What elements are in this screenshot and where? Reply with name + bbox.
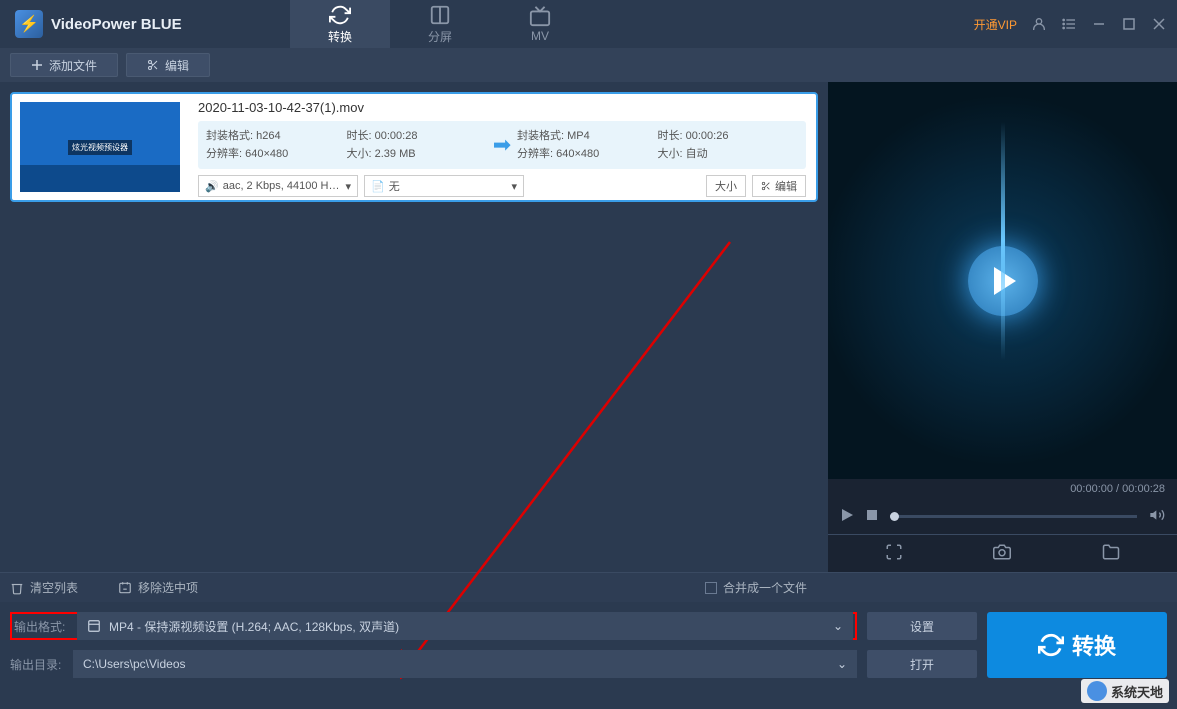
app-title: VideoPower BLUE xyxy=(51,16,182,33)
window-controls: 开通VIP xyxy=(974,16,1177,33)
player-controls xyxy=(828,499,1177,534)
convert-button[interactable]: 转换 xyxy=(987,612,1167,678)
output-format-row: 输出格式: MP4 - 保持源视频设置 (H.264; AAC, 128Kbps… xyxy=(10,612,857,640)
tab-mv[interactable]: MV xyxy=(490,0,590,48)
subtitle-select[interactable]: 📄 无 ▾ xyxy=(364,175,524,197)
checkbox-icon xyxy=(705,582,717,594)
arrow-right-icon: ➡ xyxy=(487,132,517,158)
src-format-col: 封装格式: h264 分辨率: 640×480 xyxy=(206,127,347,163)
open-button[interactable]: 打开 xyxy=(867,650,977,678)
file-item[interactable]: 炫光视频预设器 2020-11-03-10-42-37(1).mov 封装格式:… xyxy=(10,92,818,202)
edit-button[interactable]: 编辑 xyxy=(126,53,210,77)
layout-icon xyxy=(429,4,451,26)
file-list-panel: 炫光视频预设器 2020-11-03-10-42-37(1).mov 封装格式:… xyxy=(0,82,828,572)
scissors-icon xyxy=(761,181,771,191)
close-icon[interactable] xyxy=(1151,16,1167,32)
content-area: 炫光视频预设器 2020-11-03-10-42-37(1).mov 封装格式:… xyxy=(0,82,1177,572)
dst-duration-col: 时长: 00:00:26 大小: 自动 xyxy=(658,127,799,163)
scissors-icon xyxy=(147,59,159,71)
file-edit-button[interactable]: 编辑 xyxy=(752,175,806,197)
audio-icon: 🔊 xyxy=(205,180,219,193)
audio-select[interactable]: 🔊 aac, 2 Kbps, 44100 Hz... ▾ xyxy=(198,175,358,197)
preview-panel: 00:00:00 / 00:00:28 xyxy=(828,82,1177,572)
progress-bar[interactable] xyxy=(890,515,1137,518)
settings-button[interactable]: 设置 xyxy=(867,612,977,640)
side-buttons: 设置 打开 xyxy=(867,612,977,678)
watermark-icon xyxy=(1087,681,1107,701)
size-button[interactable]: 大小 xyxy=(706,175,746,197)
output-format-label: 输出格式: xyxy=(14,618,69,635)
file-controls: 🔊 aac, 2 Kbps, 44100 Hz... ▾ 📄 无 ▾ 大小 编辑 xyxy=(198,175,806,197)
fullscreen-icon[interactable] xyxy=(885,543,903,564)
refresh-icon xyxy=(329,4,351,26)
file-info: 2020-11-03-10-42-37(1).mov 封装格式: h264 分辨… xyxy=(188,94,816,200)
logo-area: ⚡ VideoPower BLUE xyxy=(0,10,290,38)
maximize-icon[interactable] xyxy=(1121,16,1137,32)
stop-icon[interactable] xyxy=(866,509,878,524)
bottom-area: 输出格式: MP4 - 保持源视频设置 (H.264; AAC, 128Kbps… xyxy=(0,602,1177,688)
chevron-down-icon: ⌄ xyxy=(833,619,843,633)
add-file-button[interactable]: 添加文件 xyxy=(10,53,118,77)
refresh-icon xyxy=(1038,632,1064,658)
output-dir-field[interactable]: C:\Users\pc\Videos ⌄ xyxy=(73,650,857,678)
output-dir-label: 输出目录: xyxy=(10,656,65,673)
menu-icon[interactable] xyxy=(1061,16,1077,32)
chevron-down-icon: ⌄ xyxy=(837,657,847,671)
remove-selected-button[interactable]: 移除选中项 xyxy=(118,579,198,596)
output-format-select[interactable]: MP4 - 保持源视频设置 (H.264; AAC, 128Kbps, 双声道)… xyxy=(77,612,853,640)
toolbar: 添加文件 编辑 xyxy=(0,48,1177,82)
titlebar: ⚡ VideoPower BLUE 转换 分屏 MV 开通VIP xyxy=(0,0,1177,48)
minimize-icon[interactable] xyxy=(1091,16,1107,32)
file-details: 封装格式: h264 分辨率: 640×480 时长: 00:00:28 大小:… xyxy=(198,121,806,169)
user-icon[interactable] xyxy=(1031,16,1047,32)
output-settings: 输出格式: MP4 - 保持源视频设置 (H.264; AAC, 128Kbps… xyxy=(10,612,857,678)
subtitle-icon: 📄 xyxy=(371,180,385,193)
light-beam xyxy=(1001,122,1005,360)
format-icon xyxy=(87,619,101,633)
src-duration-col: 时长: 00:00:28 大小: 2.39 MB xyxy=(347,127,488,163)
merge-checkbox[interactable]: 合并成一个文件 xyxy=(705,579,807,596)
watermark: 系统天地 xyxy=(1081,679,1169,703)
chevron-down-icon: ▾ xyxy=(345,180,351,193)
preview-actions xyxy=(828,534,1177,572)
time-display: 00:00:00 / 00:00:28 xyxy=(828,479,1177,499)
chevron-down-icon: ▾ xyxy=(511,180,517,193)
main-tabs: 转换 分屏 MV xyxy=(290,0,590,48)
tab-convert[interactable]: 转换 xyxy=(290,0,390,48)
clear-icon xyxy=(10,581,24,595)
preview-area[interactable] xyxy=(828,82,1177,479)
play-icon[interactable] xyxy=(840,508,854,525)
volume-icon[interactable] xyxy=(1149,507,1165,526)
tv-icon xyxy=(529,5,551,27)
output-dir-row: 输出目录: C:\Users\pc\Videos ⌄ xyxy=(10,650,857,678)
folder-icon[interactable] xyxy=(1102,543,1120,564)
file-thumbnail: 炫光视频预设器 xyxy=(20,102,180,192)
app-logo-icon: ⚡ xyxy=(15,10,43,38)
dst-format-col: 封装格式: MP4 分辨率: 640×480 xyxy=(517,127,658,163)
vip-button[interactable]: 开通VIP xyxy=(974,16,1017,33)
list-toolbar: 清空列表 移除选中项 合并成一个文件 xyxy=(0,572,1177,602)
camera-icon[interactable] xyxy=(993,543,1011,564)
remove-icon xyxy=(118,581,132,595)
plus-icon xyxy=(31,59,43,71)
clear-list-button[interactable]: 清空列表 xyxy=(10,579,78,596)
tab-split[interactable]: 分屏 xyxy=(390,0,490,48)
file-name: 2020-11-03-10-42-37(1).mov xyxy=(198,100,806,115)
